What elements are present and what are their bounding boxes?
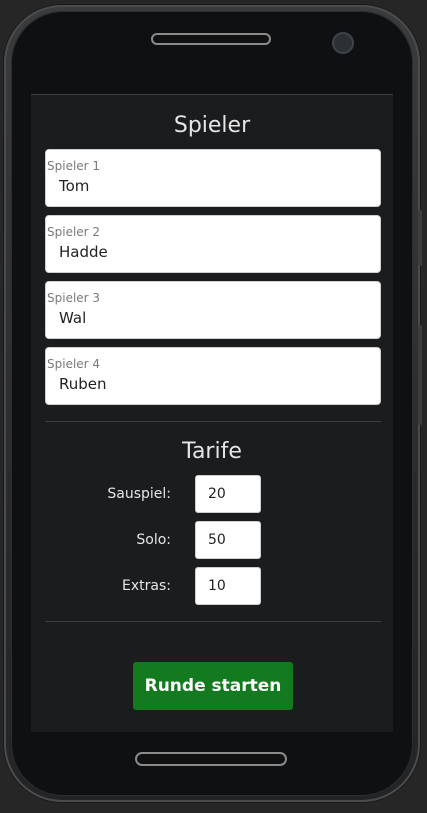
earpiece-speaker	[151, 33, 271, 45]
player-3-input[interactable]: Wal	[59, 309, 86, 327]
player-1-label: Spieler 1	[47, 159, 101, 173]
power-button	[418, 325, 422, 425]
player-2-label: Spieler 2	[47, 225, 101, 239]
bottom-speaker	[135, 752, 287, 766]
solo-label: Solo:	[136, 532, 171, 548]
section-divider	[45, 421, 381, 422]
sauspiel-input[interactable]: 20	[195, 475, 261, 513]
volume-button	[418, 210, 422, 266]
player-3-label: Spieler 3	[47, 291, 101, 305]
start-round-button[interactable]: Runde starten	[133, 662, 293, 710]
solo-input[interactable]: 50	[195, 521, 261, 559]
player-4-input[interactable]: Ruben	[59, 375, 107, 393]
player-4-field[interactable]: Spieler 4 Ruben	[45, 347, 381, 405]
section-divider	[45, 621, 381, 622]
player-2-field[interactable]: Spieler 2 Hadde	[45, 215, 381, 273]
sauspiel-label: Sauspiel:	[107, 486, 171, 502]
player-1-field[interactable]: Spieler 1 Tom	[45, 149, 381, 207]
player-2-input[interactable]: Hadde	[59, 243, 108, 261]
tariffs-section-title: Tarife	[182, 439, 242, 464]
extras-input[interactable]: 10	[195, 567, 261, 605]
front-camera-icon	[332, 32, 354, 54]
extras-label: Extras:	[122, 578, 171, 594]
player-4-label: Spieler 4	[47, 357, 101, 371]
app-screen: Spieler Spieler 1 Tom Spieler 2 Hadde Sp…	[31, 94, 393, 732]
player-3-field[interactable]: Spieler 3 Wal	[45, 281, 381, 339]
players-section-title: Spieler	[173, 113, 251, 138]
player-1-input[interactable]: Tom	[59, 177, 89, 195]
